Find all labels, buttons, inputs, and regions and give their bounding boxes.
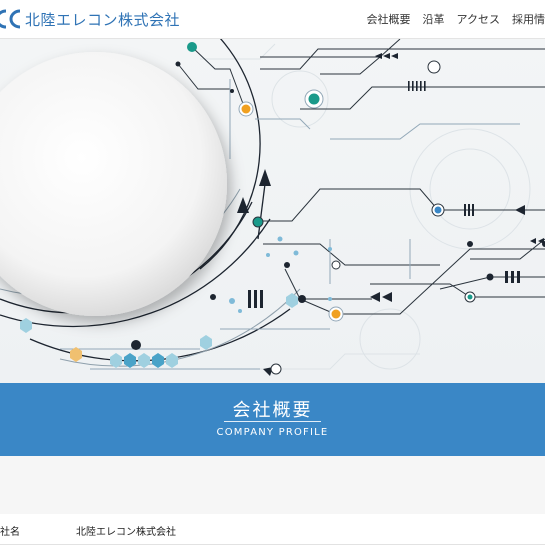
site-header: 北陸エレコン株式会社 会社概要 沿革 アクセス 採用情: [0, 0, 545, 39]
company-name[interactable]: 北陸エレコン株式会社: [25, 9, 180, 30]
page-title-banner: 会社概要 COMPANY PROFILE: [0, 383, 545, 456]
page-subtitle: COMPANY PROFILE: [216, 427, 329, 438]
content-spacer: [0, 456, 545, 514]
nav-item-access[interactable]: アクセス: [457, 11, 500, 27]
nav-item-recruit[interactable]: 採用情: [512, 11, 545, 27]
company-logo-icon[interactable]: [0, 8, 22, 30]
page-title: 会社概要: [232, 400, 313, 421]
hero-image: [0, 39, 545, 383]
circuit-illustration: [0, 39, 545, 376]
table-row: 社名 北陸エレコン株式会社: [0, 514, 545, 545]
nav-item-history[interactable]: 沿革: [423, 11, 445, 27]
profile-label: 社名: [0, 527, 20, 538]
main-nav: 会社概要 沿革 アクセス 採用情: [367, 11, 545, 27]
title-divider: [224, 421, 321, 422]
profile-value: 北陸エレコン株式会社: [76, 527, 176, 538]
nav-item-company[interactable]: 会社概要: [367, 11, 411, 27]
